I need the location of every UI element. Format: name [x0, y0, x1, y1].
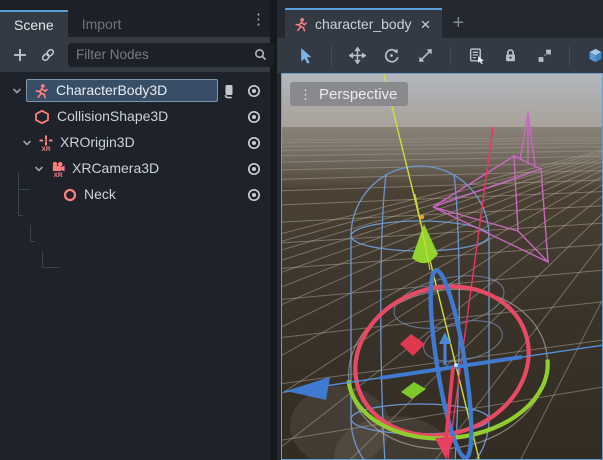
- gizmo-layer[interactable]: [282, 74, 602, 459]
- inner-wire-rings: [389, 267, 509, 368]
- collapse-chevron-icon[interactable]: [22, 138, 32, 148]
- scene-editor-panel: character_body × +: [277, 0, 603, 460]
- axis-endpoint-dot: [420, 215, 424, 219]
- viewport-3d[interactable]: ⋮ Perspective: [281, 73, 603, 460]
- tab-scene-label: Scene: [14, 17, 54, 33]
- lock-icon: [502, 47, 519, 64]
- scene-toolbar: ⋮: [0, 37, 270, 72]
- svg-text:XR: XR: [53, 172, 62, 177]
- add-node-button[interactable]: [8, 43, 32, 67]
- viewport-toolbar: [277, 38, 603, 73]
- visibility-eye-icon[interactable]: [246, 161, 262, 177]
- visibility-eye-icon[interactable]: [246, 109, 262, 125]
- script-icon[interactable]: [221, 83, 237, 99]
- perspective-button[interactable]: ⋮ Perspective: [290, 82, 408, 106]
- tab-import[interactable]: Import: [68, 10, 136, 37]
- tree-guide: [30, 241, 35, 242]
- scene-dock: Scene Import ⋮: [0, 0, 270, 460]
- node-label: XRCamera3D: [72, 160, 159, 176]
- scene-tab-character-body[interactable]: character_body ×: [285, 8, 442, 38]
- visibility-eye-icon[interactable]: [246, 187, 262, 203]
- cube-icon: [587, 47, 603, 64]
- xr-origin-3d-icon: XR: [38, 135, 54, 151]
- group-icon: [536, 47, 553, 64]
- magnifier-icon: [253, 47, 268, 62]
- scale-tool-button[interactable]: [412, 43, 438, 69]
- tree-row-xrcamera3d[interactable]: XR XRCamera3D: [0, 156, 270, 182]
- plane-handle-red[interactable]: [400, 334, 425, 356]
- toolbar-separator: [569, 46, 570, 66]
- visibility-eye-icon[interactable]: [246, 83, 262, 99]
- plane-handle-green[interactable]: [401, 382, 426, 399]
- viewport-menu-icon[interactable]: ⋮: [299, 88, 312, 101]
- character-body-3d-icon: [293, 17, 308, 32]
- tree-guide: [42, 267, 60, 268]
- tree-row-collisionshape3d[interactable]: CollisionShape3D: [0, 104, 270, 130]
- link-icon: [40, 47, 56, 63]
- filter-nodes-box: [68, 43, 274, 67]
- move-tool-button[interactable]: [344, 43, 370, 69]
- local-space-toggle[interactable]: [582, 43, 603, 69]
- collapse-chevron-icon[interactable]: [12, 86, 22, 96]
- tree-row-characterbody3d[interactable]: CharacterBody3D: [0, 78, 270, 104]
- character-body-3d-icon: [33, 83, 49, 99]
- godot-editor: Scene Import ⋮: [0, 0, 603, 460]
- instance-scene-button[interactable]: [36, 43, 60, 67]
- select-tool-button[interactable]: [293, 43, 319, 69]
- tree-guide: [30, 225, 31, 242]
- node-label: CollisionShape3D: [57, 108, 168, 124]
- dock-menu-icon[interactable]: ⋮: [251, 12, 266, 27]
- xr-camera-3d-icon: XR: [50, 161, 66, 177]
- lock-button[interactable]: [497, 43, 523, 69]
- close-tab-icon[interactable]: ×: [419, 16, 433, 33]
- scene-tab-label: character_body: [315, 16, 412, 32]
- camera-frustum-gizmo: [433, 111, 548, 262]
- list-select-icon: [468, 47, 485, 64]
- tab-scene[interactable]: Scene: [0, 10, 68, 37]
- select-arrow-icon: [298, 47, 315, 64]
- rotate-icon: [383, 47, 400, 64]
- plus-icon: [12, 47, 28, 63]
- node-label: XROrigin3D: [60, 134, 135, 150]
- tree-row-xrorigin3d[interactable]: XR XROrigin3D: [0, 130, 270, 156]
- collapse-chevron-icon[interactable]: [34, 164, 44, 174]
- gizmo-center-dot[interactable]: [454, 363, 458, 367]
- scene-dock-tabs: Scene Import ⋮: [0, 0, 270, 37]
- group-button[interactable]: [531, 43, 557, 69]
- filter-nodes-input[interactable]: [76, 47, 253, 62]
- node-label: CharacterBody3D: [56, 82, 167, 98]
- new-tab-button[interactable]: +: [442, 8, 474, 38]
- toolbar-separator: [450, 46, 451, 66]
- projection-label: Perspective: [319, 86, 397, 103]
- scale-icon: [417, 47, 434, 64]
- svg-text:XR: XR: [41, 146, 50, 151]
- list-select-tool-button[interactable]: [463, 43, 489, 69]
- scene-tab-strip: character_body × +: [277, 0, 603, 38]
- scene-tree: CharacterBody3D CollisionShape3D: [0, 72, 270, 460]
- node-label: Neck: [84, 186, 116, 202]
- rotate-tool-button[interactable]: [378, 43, 404, 69]
- move-icon: [349, 47, 366, 64]
- tree-row-neck[interactable]: Neck: [0, 182, 270, 208]
- toolbar-separator: [331, 46, 332, 66]
- tree-guide: [42, 251, 43, 268]
- y-axis-guide-line: [384, 74, 479, 459]
- visibility-eye-icon[interactable]: [246, 135, 262, 151]
- tab-import-label: Import: [82, 16, 122, 32]
- tree-guide: [18, 215, 23, 216]
- node-3d-icon: [62, 187, 78, 203]
- collision-shape-3d-icon: [34, 109, 50, 125]
